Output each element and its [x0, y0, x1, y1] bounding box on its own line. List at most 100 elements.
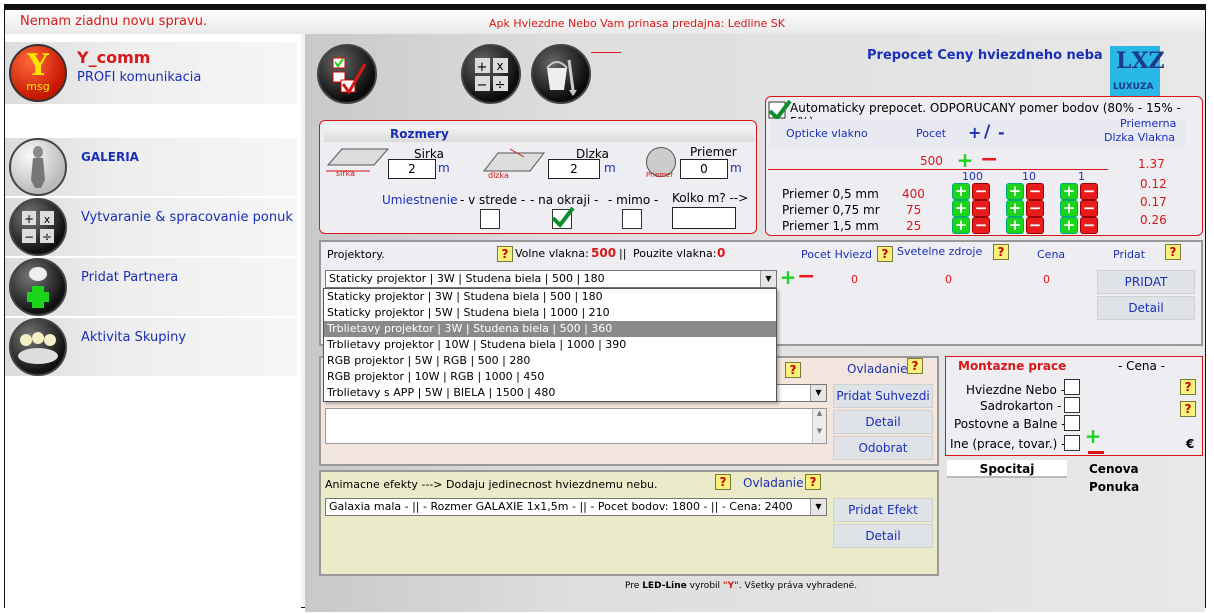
mounting-title: Montazne prace: [958, 359, 1067, 373]
sidebar-item-group-activity[interactable]: Aktivita Skupiny: [5, 318, 297, 376]
diameter-label: Priemer: [690, 145, 737, 159]
page-title: Prepocet Ceny hviezdneho neba: [867, 48, 1103, 63]
star-count-help-button[interactable]: ?: [877, 246, 893, 262]
mounting-item-checkbox[interactable]: [1064, 379, 1080, 395]
diameter-diagram-label: Priemer: [646, 171, 674, 179]
animation-help-button[interactable]: ?: [715, 474, 731, 490]
constellation-help-button[interactable]: ?: [785, 362, 801, 378]
constellation-detail-button[interactable]: Detail: [833, 410, 933, 434]
remove-constellation-button[interactable]: Odobrat: [833, 436, 933, 460]
mounting-item-checkbox[interactable]: [1064, 397, 1080, 413]
scrollbar[interactable]: ▲ ▼: [812, 409, 826, 443]
constellation-list[interactable]: ▲ ▼: [325, 408, 827, 444]
dropdown-option[interactable]: Staticky projektor | 5W | Studena biela …: [324, 305, 776, 321]
minus-10-button[interactable]: −: [1026, 217, 1044, 234]
total-plus-button[interactable]: +: [956, 150, 974, 170]
plus-100-button[interactable]: +: [952, 200, 970, 217]
mounting-minus-button[interactable]: [1088, 451, 1104, 454]
plus-100-button[interactable]: +: [952, 217, 970, 234]
total-minus-button[interactable]: −: [980, 149, 998, 171]
dropdown-option[interactable]: RGB projektor | 10W | RGB | 1000 | 450: [324, 369, 776, 385]
auto-recalc-checkbox[interactable]: [768, 99, 792, 122]
projector-dropdown-list[interactable]: Staticky projektor | 3W | Studena biela …: [323, 288, 777, 402]
dropdown-option[interactable]: RGB projektor | 5W | RGB | 500 | 280: [324, 353, 776, 369]
place-edge-checkbox[interactable]: [551, 206, 575, 229]
free-fibers-label: Volne vlakna:: [515, 247, 589, 260]
light-sources-help-button[interactable]: ?: [993, 244, 1009, 260]
place-center-label: - v strede -: [460, 193, 526, 207]
fiber-row-label: Priemer 1,5 mm: [782, 219, 879, 233]
minus-1-button[interactable]: −: [1080, 200, 1098, 217]
mounting-plus-button[interactable]: +: [1084, 426, 1102, 446]
mounting-item-checkbox[interactable]: [1064, 435, 1080, 451]
dropdown-option[interactable]: Staticky projektor | 3W | Studena biela …: [324, 289, 776, 305]
fibers-divider: [768, 169, 1108, 170]
how-many-input[interactable]: [672, 207, 736, 229]
projectors-help-button[interactable]: ?: [497, 246, 513, 262]
width-input[interactable]: 2: [388, 159, 436, 179]
place-center-checkbox[interactable]: [480, 209, 500, 229]
plus-10-button[interactable]: +: [1006, 183, 1024, 200]
footer-author: "Y": [722, 581, 739, 591]
projector-select[interactable]: Staticky projektor | 3W | Studena biela …: [325, 270, 777, 288]
mounting-item-checkbox[interactable]: [1064, 415, 1080, 431]
minus-1-button[interactable]: −: [1080, 217, 1098, 234]
projector-detail-button[interactable]: Detail: [1097, 296, 1195, 320]
svg-text:+: +: [24, 212, 34, 226]
add-help-button[interactable]: ?: [1165, 244, 1181, 260]
plus-1-button[interactable]: +: [1060, 183, 1078, 200]
fiber-row-avg: 0.26: [1140, 213, 1167, 227]
fiber-row-label: Priemer 0,5 mm: [782, 187, 879, 201]
calculate-button[interactable]: Spocitaj: [947, 460, 1067, 478]
chevron-down-icon: ▼: [760, 271, 776, 287]
price-offer-button[interactable]: Cenova Ponuka: [1089, 460, 1189, 494]
minus-10-button[interactable]: −: [1026, 183, 1044, 200]
mounting-help-button[interactable]: ?: [1180, 379, 1196, 395]
bucket-shovel-icon: [546, 59, 577, 96]
message-status[interactable]: Nemam ziadnu novu spravu.: [20, 14, 207, 29]
projector-plus-button[interactable]: +: [779, 267, 797, 287]
projector-add-button[interactable]: PRIDAT: [1097, 270, 1195, 294]
dropdown-option-highlighted[interactable]: Trblietavy projektor | 3W | Studena biel…: [324, 321, 776, 337]
sidebar-item-offers[interactable]: + x − ÷ Vytvaranie & spracovanie ponuk: [5, 198, 297, 256]
minus-100-button[interactable]: −: [972, 183, 990, 200]
length-input[interactable]: 2: [548, 159, 600, 179]
dropdown-option[interactable]: Trblietavy projektor | 10W | Studena bie…: [324, 337, 776, 353]
diameter-input[interactable]: 0: [680, 159, 728, 179]
plus-10-button[interactable]: +: [1006, 200, 1024, 217]
minus-10-button[interactable]: −: [1026, 200, 1044, 217]
plus-1-button[interactable]: +: [1060, 217, 1078, 234]
dropdown-option[interactable]: Trblietavy s APP | 5W | BIELA | 1500 | 4…: [324, 385, 776, 401]
price-value: 0: [1043, 273, 1050, 286]
bucket-button[interactable]: [531, 44, 591, 104]
minus-1-button[interactable]: −: [1080, 183, 1098, 200]
add-partner-icon: [9, 258, 67, 316]
scroll-down-icon[interactable]: ▼: [813, 427, 826, 435]
animation-select[interactable]: Galaxia mala - || - Rozmer GALAXIE 1x1,5…: [325, 498, 827, 516]
col-fiber: Opticke vlakno: [786, 127, 868, 140]
luxuza-logo-text: LUXUZA: [1113, 82, 1154, 92]
minus-100-button[interactable]: −: [972, 200, 990, 217]
constellation-control-help-button[interactable]: ?: [907, 358, 923, 374]
luxuza-logo: LXZ LUXUZA: [1110, 46, 1165, 96]
animation-control-help-button[interactable]: ?: [805, 474, 821, 490]
projector-minus-button[interactable]: −: [797, 266, 815, 288]
scroll-up-icon[interactable]: ▲: [813, 409, 826, 417]
sidebar-item-partner[interactable]: Pridat Partnera: [5, 258, 297, 316]
calculator-button[interactable]: + x − ÷: [461, 44, 521, 104]
plus-10-button[interactable]: +: [1006, 217, 1024, 234]
effect-detail-button[interactable]: Detail: [833, 524, 933, 548]
minus-100-button[interactable]: −: [972, 217, 990, 234]
col-light-sources: Svetelne zdroje: [897, 245, 983, 258]
place-outside-label: - mimo -: [608, 193, 659, 207]
logo-letter: Y: [27, 48, 49, 83]
plus-100-button[interactable]: +: [952, 183, 970, 200]
plus-1-button[interactable]: +: [1060, 200, 1078, 217]
checklist-button[interactable]: [317, 44, 377, 104]
place-outside-checkbox[interactable]: [622, 209, 642, 229]
sidebar-item-galeria[interactable]: GALERIA: [5, 138, 297, 196]
mounting-help-button[interactable]: ?: [1180, 401, 1196, 417]
add-effect-button[interactable]: Pridat Efekt: [833, 498, 933, 522]
add-constellation-button[interactable]: Pridat Suhvezdi: [833, 384, 933, 408]
brand-block[interactable]: Y msg Y_comm PROFI komunikacia: [5, 42, 297, 104]
